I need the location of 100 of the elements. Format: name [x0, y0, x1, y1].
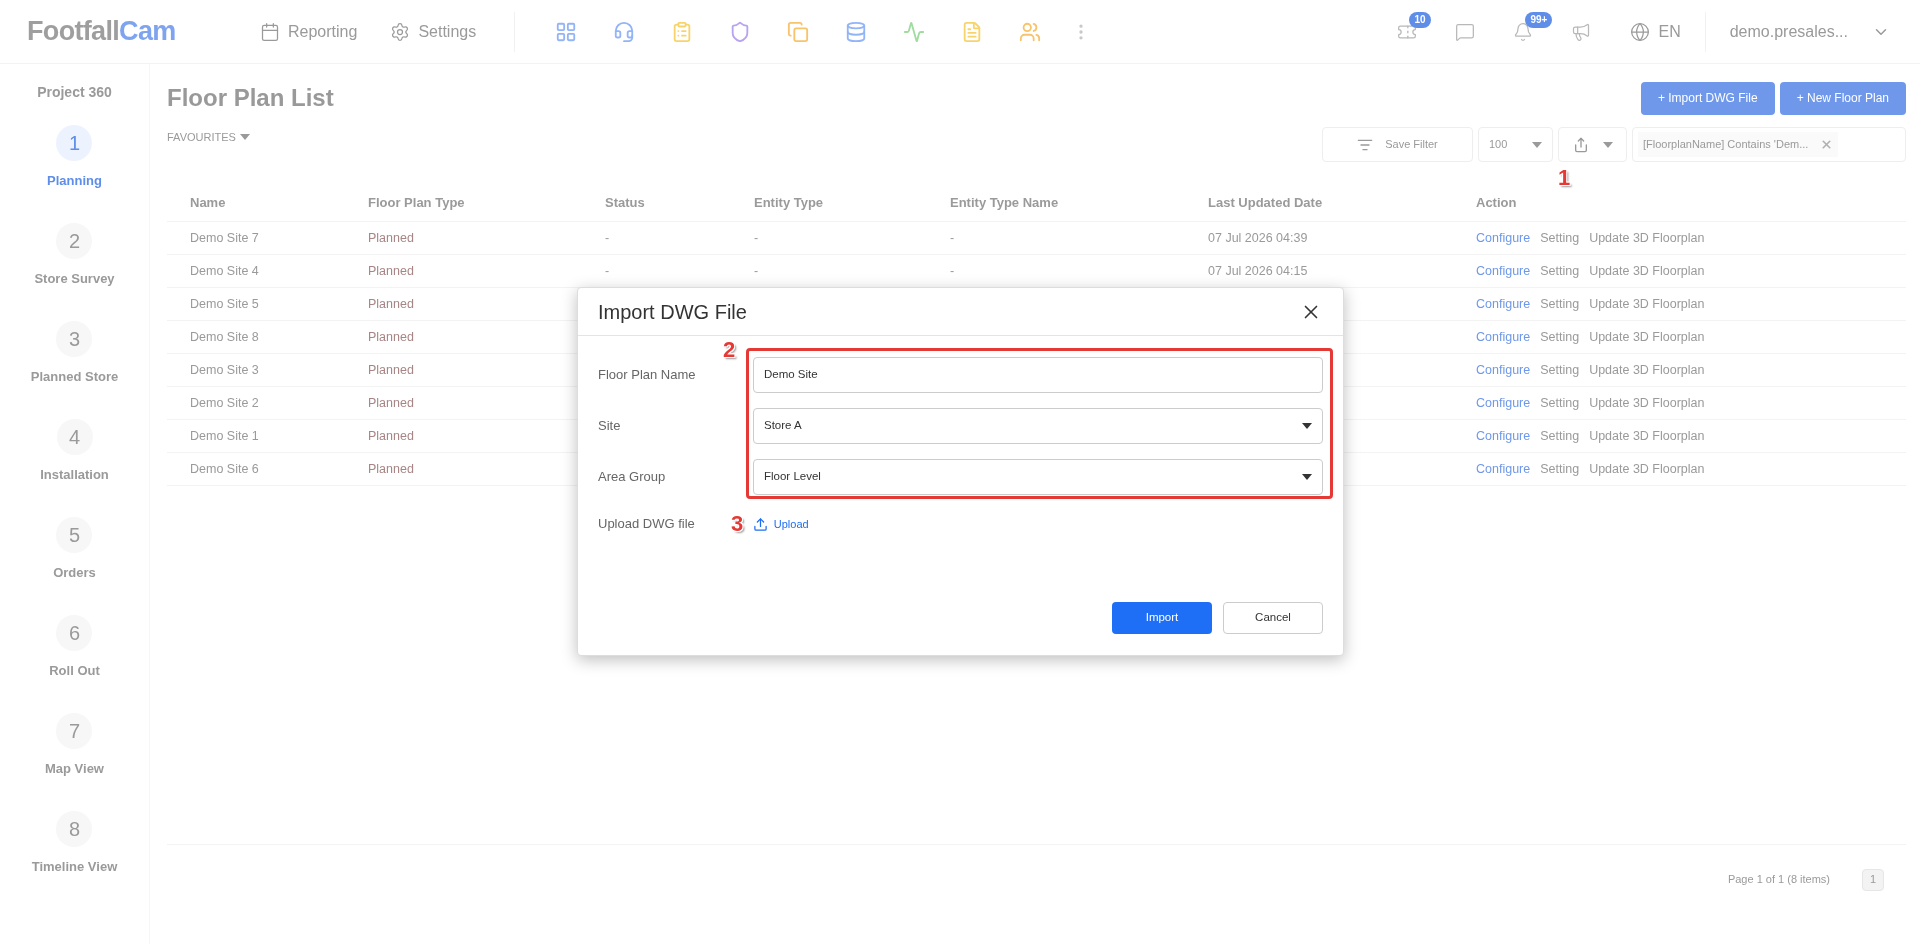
table-cell-text: Demo Site 5: [190, 295, 260, 313]
action-link[interactable]: Configure: [1476, 327, 1531, 347]
action-link[interactable]: Configure: [1476, 261, 1531, 281]
action-link[interactable]: Setting: [1540, 426, 1580, 446]
table-cell-text: -: [950, 262, 956, 280]
nav-link[interactable]: Reporting: [260, 19, 358, 44]
step-label: Orders: [53, 564, 96, 582]
table-cell-text: Demo Site 4: [190, 262, 260, 280]
step-item[interactable]: 6 Roll Out: [49, 615, 100, 713]
table-cell-text: Demo Site 7: [190, 229, 260, 247]
action-link[interactable]: Update 3D Floorplan: [1589, 360, 1705, 380]
annotation-number: 1: [1558, 167, 1571, 189]
step-item[interactable]: 1 Planning: [47, 125, 102, 223]
user-name[interactable]: demo.presales...: [1729, 19, 1848, 44]
import-button[interactable]: Import: [1112, 602, 1212, 634]
table-cell-text: Planned: [368, 262, 415, 280]
action-link[interactable]: Setting: [1540, 459, 1580, 479]
sidebar-title: Project 360: [37, 83, 112, 102]
action-link[interactable]: Configure: [1476, 459, 1531, 479]
table-cell-text: Demo Site 8: [190, 328, 260, 346]
export-icon: [1572, 136, 1589, 153]
filter-chip[interactable]: [FloorplanName] Contains 'Dem...: [1638, 132, 1839, 157]
action-link[interactable]: Setting: [1540, 393, 1580, 413]
action-link[interactable]: Configure: [1476, 294, 1531, 314]
step-item[interactable]: 5 Orders: [53, 517, 96, 615]
table-cell-text: Demo Site 6: [190, 460, 260, 478]
step-item[interactable]: 7 Map View: [45, 713, 104, 811]
page-size-select[interactable]: 100: [1478, 127, 1553, 162]
globe-icon[interactable]: [1630, 21, 1651, 42]
step-number: 2: [56, 223, 93, 259]
chat-icon[interactable]: [1455, 21, 1476, 42]
save-filter-button[interactable]: Save Filter: [1322, 127, 1473, 162]
table-cell-text: Demo Site 3: [190, 361, 260, 379]
table-cell-text: Planned: [368, 427, 415, 445]
page-button[interactable]: 1: [1862, 868, 1884, 891]
action-link[interactable]: Configure: [1476, 360, 1531, 380]
table-cell-text: Planned: [368, 229, 415, 247]
step-item[interactable]: 8 Timeline View: [31, 811, 118, 909]
action-link[interactable]: Configure: [1476, 228, 1531, 248]
action-link[interactable]: Setting: [1540, 360, 1580, 380]
action-link[interactable]: Configure: [1476, 426, 1531, 446]
table-cell-text: Demo Site 1: [190, 427, 260, 445]
step-number: 3: [56, 321, 93, 357]
action-link[interactable]: Update 3D Floorplan: [1589, 393, 1705, 413]
logo[interactable]: FootfallCam: [27, 11, 227, 52]
step-item[interactable]: 3 Planned Store: [30, 321, 119, 419]
action-link[interactable]: Update 3D Floorplan: [1589, 459, 1705, 479]
field-label: Floor Plan Name: [598, 366, 697, 385]
step-item[interactable]: 2 Store Survey: [34, 223, 115, 321]
annotation-number: 2: [723, 339, 736, 361]
table-cell-text: Demo Site 2: [190, 394, 260, 412]
pagination-summary: Page 1 of 1 (8 items): [1727, 872, 1830, 888]
field-label: Upload DWG file: [598, 515, 695, 534]
step-label: Map View: [45, 760, 104, 778]
column-header: Floor Plan Type: [368, 193, 466, 212]
table-cell-text: -: [605, 229, 611, 247]
add-button[interactable]: + New Floor Plan: [1779, 81, 1906, 115]
table-cell-text: -: [950, 229, 956, 247]
step-number: 7: [56, 713, 93, 749]
column-header: Name: [190, 193, 227, 212]
input-field[interactable]: Demo Site: [753, 357, 1323, 393]
add-button[interactable]: + Import DWG File: [1640, 81, 1775, 115]
action-link[interactable]: Setting: [1540, 228, 1580, 248]
caret-icon: [239, 134, 250, 141]
cancel-button[interactable]: Cancel: [1223, 602, 1323, 634]
action-link[interactable]: Update 3D Floorplan: [1589, 294, 1705, 314]
table-cell-text: 07 Jul 2026 04:39: [1208, 229, 1309, 247]
caret-icon: [1302, 423, 1312, 429]
upload-icon: [752, 516, 768, 532]
export-button[interactable]: [1558, 127, 1627, 162]
action-link[interactable]: Update 3D Floorplan: [1589, 327, 1705, 347]
action-link[interactable]: Update 3D Floorplan: [1589, 261, 1705, 281]
favourites-dropdown[interactable]: FAVOURITES: [167, 129, 250, 146]
page-title: Floor Plan List: [167, 83, 334, 113]
select-field[interactable]: Floor Level: [753, 459, 1323, 495]
action-link[interactable]: Setting: [1540, 327, 1580, 347]
column-header: Status: [605, 193, 646, 212]
action-link[interactable]: Configure: [1476, 393, 1531, 413]
annotation-number: 3: [731, 513, 744, 535]
select-field[interactable]: Store A: [753, 408, 1323, 444]
column-header: Last Updated Date: [1208, 193, 1324, 212]
bell-icon[interactable]: [1513, 21, 1534, 42]
language-label[interactable]: EN: [1658, 19, 1681, 44]
action-link[interactable]: Update 3D Floorplan: [1589, 228, 1705, 248]
table-cell-text: Planned: [368, 328, 415, 346]
action-link[interactable]: Setting: [1540, 294, 1580, 314]
upload-link[interactable]: Upload: [752, 515, 809, 533]
action-link[interactable]: Update 3D Floorplan: [1589, 426, 1705, 446]
caret-icon: [1532, 141, 1542, 148]
nav-link[interactable]: Settings: [390, 19, 477, 44]
count-badge: 99+: [1525, 11, 1553, 28]
action-link[interactable]: Setting: [1540, 261, 1580, 281]
table-cell-text: 07 Jul 2026 04:15: [1208, 262, 1309, 280]
step-number: 4: [56, 419, 93, 455]
step-item[interactable]: 4 Installation: [40, 419, 109, 517]
step-label: Store Survey: [34, 270, 115, 288]
megaphone-icon[interactable]: [1571, 21, 1592, 42]
field-label: Area Group: [598, 468, 667, 487]
step-number: 5: [56, 517, 93, 553]
table-cell-text: Planned: [368, 394, 415, 412]
